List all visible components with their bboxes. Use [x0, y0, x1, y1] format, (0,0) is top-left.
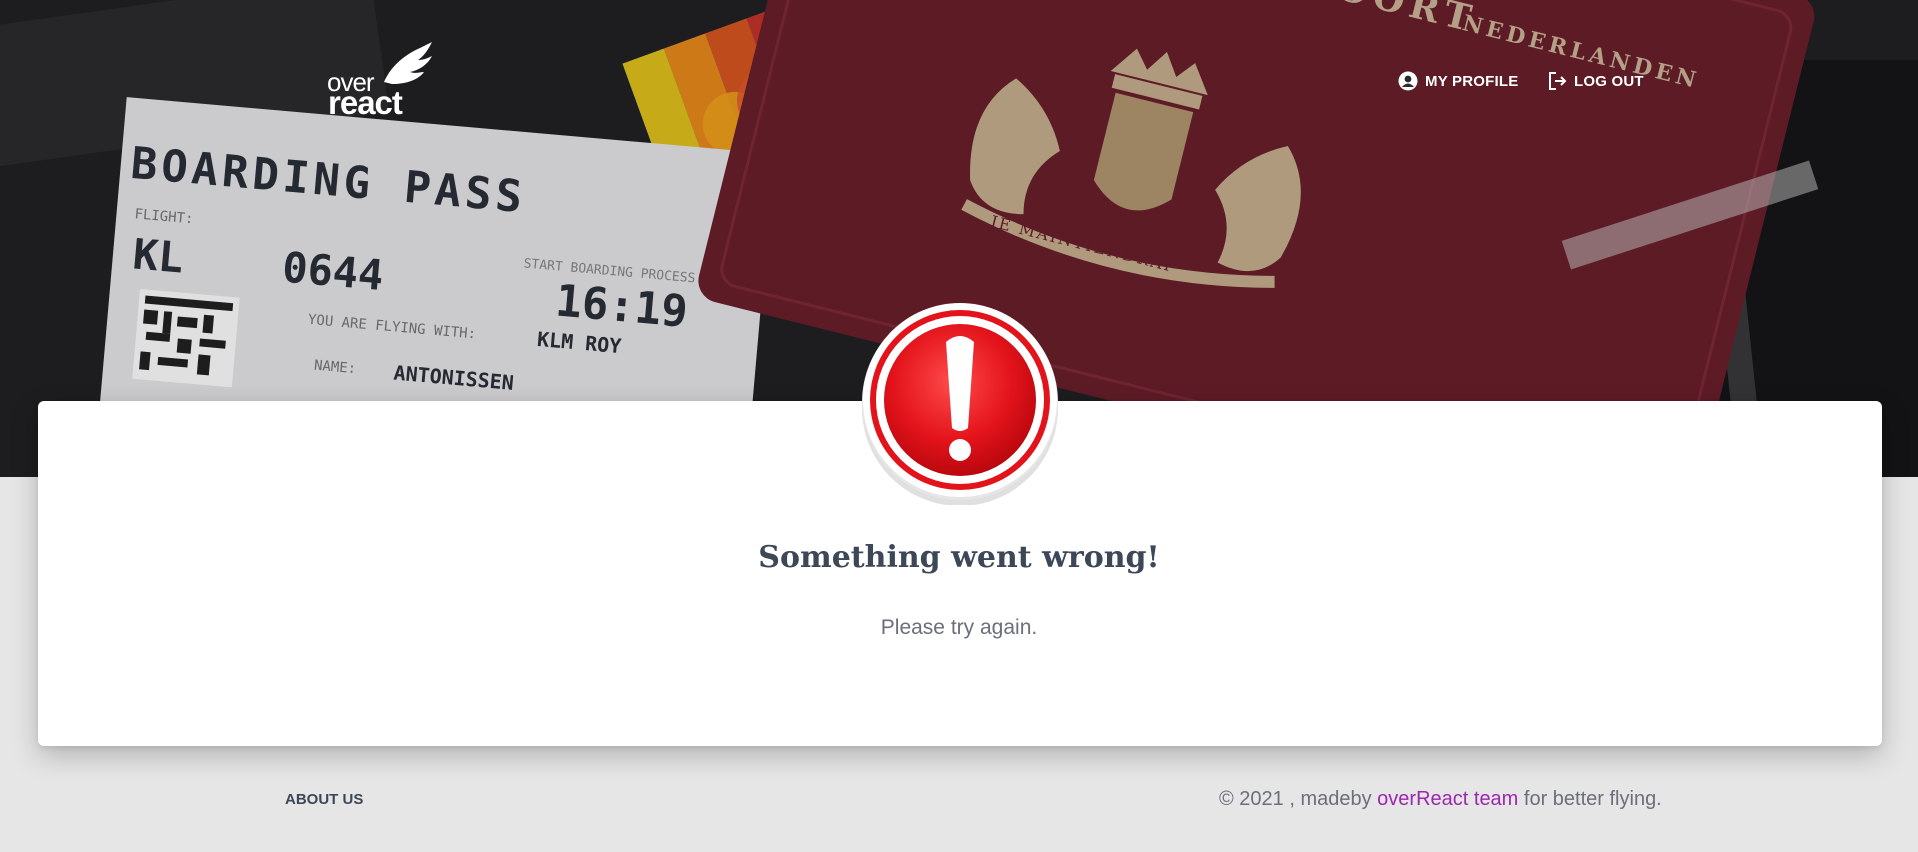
- wing-icon: [384, 42, 432, 84]
- about-us-link[interactable]: ABOUT US: [285, 791, 363, 808]
- logo-text-react: react: [328, 84, 403, 121]
- error-title: Something went wrong!: [758, 540, 1160, 575]
- footer-copyright: © 2021 , madeby overReact team for bette…: [1219, 788, 1662, 811]
- copyright-suffix: for better flying.: [1518, 788, 1662, 810]
- overreact-logo[interactable]: over react: [326, 42, 436, 121]
- log-out-label: LOG OUT: [1574, 72, 1644, 90]
- my-profile-link[interactable]: MY PROFILE: [1398, 68, 1518, 94]
- logout-icon: [1549, 72, 1567, 90]
- log-out-link[interactable]: LOG OUT: [1547, 68, 1644, 94]
- exclamation-alert-icon: [862, 303, 1058, 505]
- copyright-prefix: © 2021 , madeby: [1219, 788, 1378, 810]
- overreact-team-link[interactable]: overReact team: [1377, 788, 1518, 810]
- account-circle-icon: [1398, 71, 1418, 91]
- error-message: Please try again.: [880, 616, 1038, 639]
- my-profile-label: MY PROFILE: [1425, 72, 1519, 90]
